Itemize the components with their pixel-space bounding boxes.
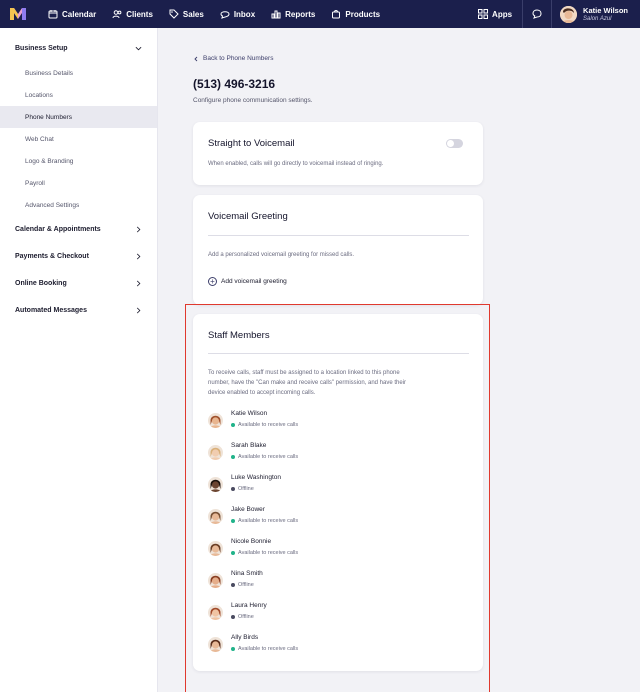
voicemail-toggle[interactable] xyxy=(446,139,463,148)
nav-reports-label: Reports xyxy=(285,9,316,19)
user-name: Katie Wilson xyxy=(583,5,628,15)
app-logo[interactable] xyxy=(4,0,32,28)
card-divider xyxy=(208,235,469,236)
chevron-right-icon xyxy=(136,307,141,314)
user-avatar xyxy=(560,5,578,23)
user-menu[interactable]: Katie Wilson Salon Azul xyxy=(552,0,640,28)
sidebar-section-automated-messages[interactable]: Automated Messages xyxy=(0,297,157,324)
calendar-icon xyxy=(48,10,58,19)
logo-icon xyxy=(10,8,26,20)
sidebar-item-web-chat[interactable]: Web Chat xyxy=(0,128,157,150)
sidebar-section-payments-checkout[interactable]: Payments & Checkout xyxy=(0,243,157,270)
top-navigation: Calendar Clients Sales Inbox Reports Pro… xyxy=(0,0,640,28)
add-greeting-button[interactable]: + Add voicemail greeting xyxy=(208,277,287,286)
apps-button[interactable]: Apps xyxy=(468,9,522,19)
greeting-title: Voicemail Greeting xyxy=(208,211,288,222)
chevron-right-icon xyxy=(136,226,141,233)
sidebar-item-locations[interactable]: Locations xyxy=(0,84,157,106)
chevron-left-icon xyxy=(194,56,198,61)
sidebar-section-label: Business Setup xyxy=(15,45,68,52)
chat-bubble-icon xyxy=(532,9,542,19)
sidebar-item-logo-branding[interactable]: Logo & Branding xyxy=(0,150,157,172)
chart-icon xyxy=(271,10,281,19)
nav-calendar-label: Calendar xyxy=(62,9,97,19)
sidebar-item-business-details[interactable]: Business Details xyxy=(0,62,157,84)
bag-icon xyxy=(332,10,341,19)
sidebar-section-online-booking[interactable]: Online Booking xyxy=(0,270,157,297)
tag-icon xyxy=(169,9,179,19)
voicemail-title: Straight to Voicemail xyxy=(208,138,295,149)
add-greeting-label: Add voicemail greeting xyxy=(221,278,287,285)
chevron-right-icon xyxy=(136,280,141,287)
nav-clients[interactable]: Clients xyxy=(104,0,161,28)
chevron-down-icon xyxy=(135,46,142,51)
chevron-right-icon xyxy=(136,253,141,260)
highlight-box xyxy=(185,304,490,692)
nav-clients-label: Clients xyxy=(126,9,153,19)
user-location: Salon Azul xyxy=(583,15,612,22)
nav-inbox-label: Inbox xyxy=(233,9,256,19)
sidebar-section-label: Automated Messages xyxy=(15,307,87,314)
nav-calendar[interactable]: Calendar xyxy=(40,0,104,28)
back-link[interactable]: Back to Phone Numbers xyxy=(193,55,273,62)
clients-icon xyxy=(112,10,122,19)
page-subtitle: Configure phone communication settings. xyxy=(193,97,313,104)
nav-inbox[interactable]: Inbox xyxy=(212,0,263,28)
settings-sidebar: Business Setup Business Details Location… xyxy=(0,28,158,692)
voicemail-description: When enabled, calls will go directly to … xyxy=(208,161,384,167)
voicemail-card: Straight to Voicemail When enabled, call… xyxy=(193,122,483,185)
back-link-label: Back to Phone Numbers xyxy=(203,55,274,62)
sidebar-item-advanced-settings[interactable]: Advanced Settings xyxy=(0,194,157,216)
grid-icon xyxy=(478,9,489,19)
toggle-knob xyxy=(447,140,454,147)
chat-button[interactable] xyxy=(523,0,551,28)
greeting-card: Voicemail Greeting Add a personalized vo… xyxy=(193,195,483,305)
nav-reports[interactable]: Reports xyxy=(263,0,323,28)
sidebar-section-label: Online Booking xyxy=(15,280,67,287)
sidebar-section-business-setup[interactable]: Business Setup xyxy=(0,35,157,62)
inbox-icon xyxy=(220,11,230,19)
nav-products[interactable]: Products xyxy=(323,0,388,28)
nav-sales[interactable]: Sales xyxy=(161,0,212,28)
sidebar-section-calendar-appointments[interactable]: Calendar & Appointments xyxy=(0,216,157,243)
greeting-description: Add a personalized voicemail greeting fo… xyxy=(208,252,355,258)
main-content: Back to Phone Numbers (513) 496-3216 Con… xyxy=(158,28,640,692)
sidebar-item-payroll[interactable]: Payroll xyxy=(0,172,157,194)
sidebar-section-label: Payments & Checkout xyxy=(15,253,89,260)
sidebar-section-label: Calendar & Appointments xyxy=(15,226,101,233)
nav-sales-label: Sales xyxy=(182,9,204,19)
nav-products-label: Products xyxy=(345,9,381,19)
sidebar-item-phone-numbers[interactable]: Phone Numbers xyxy=(0,106,157,128)
page-title: (513) 496-3216 xyxy=(193,77,276,91)
apps-label: Apps xyxy=(492,9,513,19)
plus-circle-icon: + xyxy=(208,277,217,286)
